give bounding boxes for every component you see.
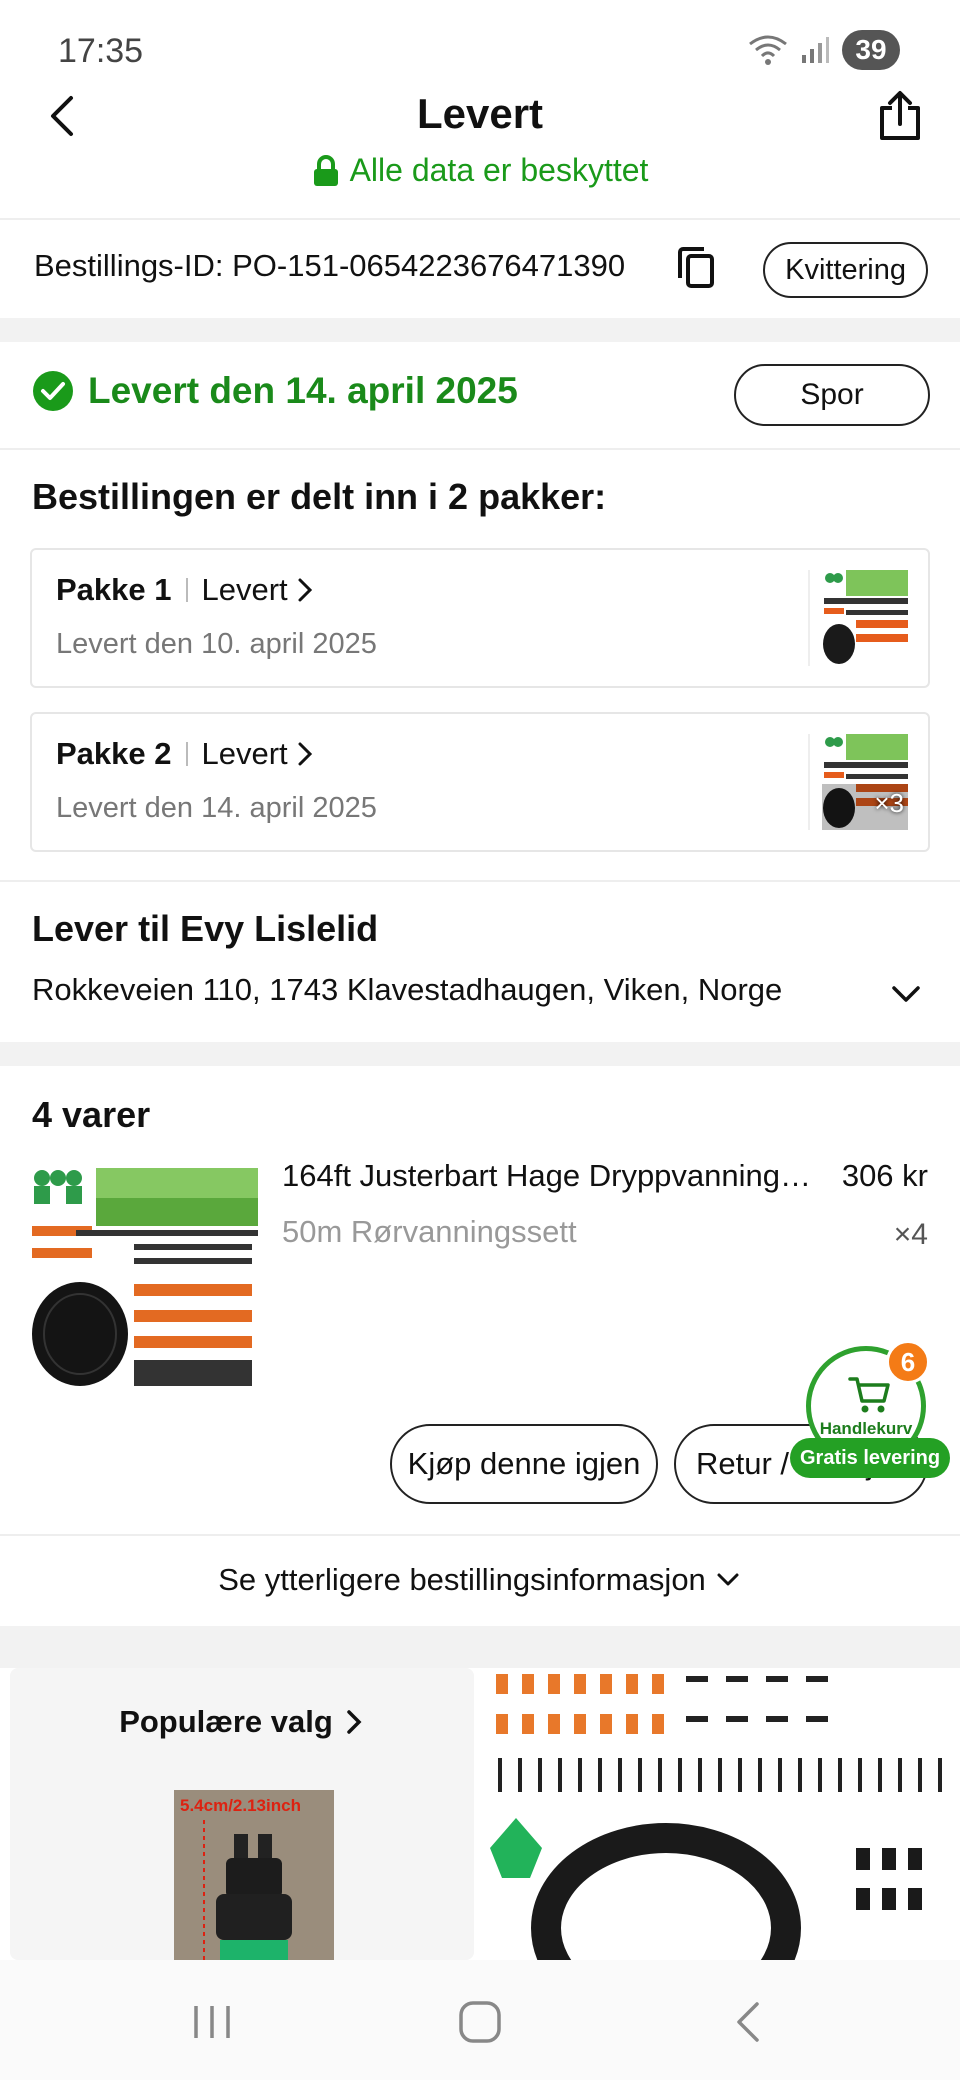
expand-address-button[interactable] [886, 974, 926, 1014]
back-nav-button[interactable] [718, 1994, 778, 2050]
product-photo [32, 1168, 258, 1386]
copy-button[interactable] [676, 246, 716, 290]
popular-picks-title: Populære valg [10, 1704, 474, 1740]
section-divider [0, 1626, 960, 1668]
items-count-title: 4 varer [32, 1094, 151, 1135]
product-name[interactable]: 164ft Justerbart Hage Dryppvanningssett [282, 1158, 812, 1194]
cart-label: Handlekurv [819, 1419, 913, 1438]
package-date: Levert den 10. april 2025 [56, 628, 377, 660]
page-title: Levert [416, 90, 544, 137]
divider [185, 742, 188, 766]
chevron-right-icon [347, 1710, 362, 1734]
recent-apps-button[interactable] [182, 1994, 242, 2050]
package-card[interactable]: Pakke 2 Levert Levert den 14. april 2025… [30, 712, 930, 852]
receipt-button[interactable]: Kvittering [763, 242, 928, 298]
cart-count-badge: 6 [886, 1340, 930, 1384]
chevron-down-icon [717, 1573, 739, 1586]
buy-again-button[interactable]: Kjøp denne igjen [390, 1424, 658, 1504]
share-icon [880, 91, 920, 140]
chevron-right-icon [298, 742, 312, 766]
recent-apps-icon [194, 2006, 230, 2038]
status-icons: 39 [748, 30, 900, 70]
track-button[interactable]: Spor [734, 364, 930, 426]
section-divider [0, 318, 960, 342]
chevron-down-icon [892, 986, 920, 1002]
more-order-info-button[interactable]: Se ytterligere bestillingsinformasjon [0, 1534, 960, 1624]
lock-icon [313, 154, 338, 186]
free-delivery-badge: Gratis levering [790, 1438, 951, 1478]
chevron-right-icon [298, 578, 312, 602]
cart-icon [848, 1377, 890, 1413]
product-price: 306 kr [841, 1158, 928, 1193]
order-id-row: Bestillings-ID: PO-151-0654223676471390 … [0, 222, 960, 318]
delivery-status-text: Levert den 14. april 2025 [88, 370, 518, 411]
clock: 17:35 [58, 32, 144, 70]
more-info-label: Se ytterligere bestillingsinformasjon [218, 1562, 706, 1597]
package-header: Pakke 2 Levert [56, 736, 316, 772]
popular-picks-label: Populære valg [119, 1704, 333, 1739]
home-icon [459, 2001, 501, 2043]
security-text: Alle data er beskyttet [349, 152, 649, 188]
packages-title: Bestillingen er delt inn i 2 pakker: [32, 476, 607, 517]
order-id: Bestillings-ID: PO-151-0654223676471390 [34, 248, 626, 283]
package-header: Pakke 1 Levert [56, 572, 316, 608]
product-photo [490, 1674, 942, 1960]
photo-caption: 5.4cm/2.13inch [180, 1796, 301, 1815]
product-variant: 50m Rørvanningssett [282, 1214, 577, 1249]
package-status: Levert [201, 736, 288, 771]
page-header: Levert Alle data er beskyttet [0, 80, 960, 220]
product-image [823, 570, 908, 664]
delivery-status: Levert den 14. april 2025 [32, 370, 518, 412]
package-status: Levert [201, 572, 288, 607]
package-name: Pakke 2 [56, 736, 172, 771]
section-divider [0, 1042, 960, 1066]
check-circle-icon [33, 371, 73, 411]
copy-icon [678, 247, 714, 288]
package-date: Levert den 14. april 2025 [56, 792, 377, 824]
divider [185, 578, 188, 602]
delivery-status-row: Levert den 14. april 2025 Spor [0, 342, 960, 450]
address-text: Rokkeveien 110, 1743 Klavestadhaugen, Vi… [32, 972, 783, 1007]
product-photo: 5.4cm/2.13inch [174, 1790, 334, 1960]
package-card[interactable]: Pakke 1 Levert Levert den 10. april 2025 [30, 548, 930, 688]
battery-indicator: 39 [842, 30, 900, 70]
product-image[interactable] [30, 1164, 260, 1394]
divider [0, 880, 960, 882]
address-title: Lever til Evy Lislelid [32, 908, 379, 949]
back-icon [737, 2002, 759, 2042]
package-thumbnail: ×3 [808, 734, 908, 830]
recommended-product-card[interactable] [486, 1668, 950, 1960]
status-bar: 17:35 39 [0, 0, 960, 80]
home-button[interactable] [450, 1994, 510, 2050]
signal-icon [802, 37, 829, 63]
package-thumbnail [808, 570, 908, 666]
product-quantity: ×4 [893, 1218, 928, 1251]
quantity-badge: ×3 [874, 788, 904, 818]
package-name: Pakke 1 [56, 572, 172, 607]
popular-picks-card[interactable]: Populære valg 5.4cm/2.13inch [10, 1668, 474, 1960]
system-nav-bar [0, 1960, 960, 2080]
wifi-icon [749, 35, 787, 65]
share-button[interactable] [870, 86, 930, 146]
security-notice: Alle data er beskyttet [0, 152, 960, 189]
